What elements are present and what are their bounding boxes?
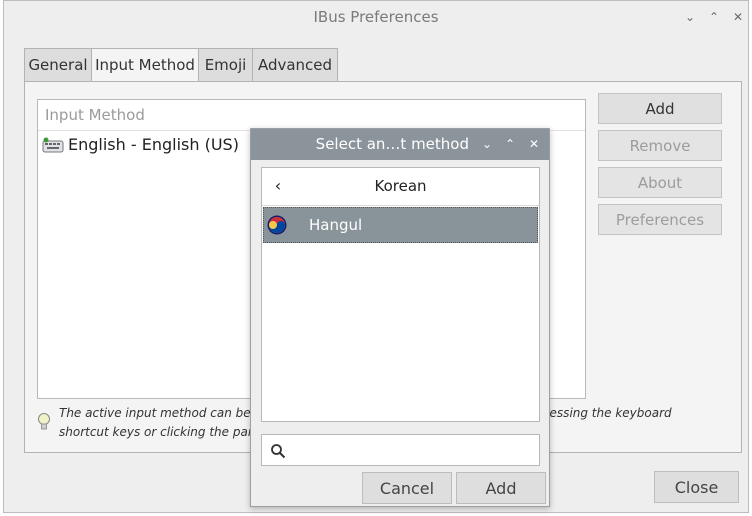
preferences-button[interactable]: Preferences <box>598 204 722 235</box>
dialog-minimize-icon[interactable]: ⌄ <box>477 134 497 154</box>
about-button[interactable]: About <box>598 167 722 198</box>
close-icon[interactable]: ✕ <box>728 7 748 27</box>
select-input-method-dialog: Select an…t method ⌄ ⌃ ✕ Korean ‹ Hangul… <box>250 128 550 507</box>
tab-general[interactable]: General <box>24 48 92 81</box>
add-button[interactable]: Add <box>598 93 722 124</box>
dialog-maximize-icon[interactable]: ⌃ <box>500 134 520 154</box>
list-item-selected[interactable]: Hangul <box>263 207 538 243</box>
language-header: Korean ‹ <box>262 168 539 206</box>
window-titlebar[interactable]: IBus Preferences <box>4 1 748 33</box>
tab-advanced[interactable]: Advanced <box>252 48 338 81</box>
cancel-button[interactable]: Cancel <box>362 472 452 504</box>
list-item-label: English - English (US) <box>68 135 239 154</box>
dialog-close-icon[interactable]: ✕ <box>524 134 544 154</box>
hint-line2: shortcut keys or clicking the panel ic <box>59 425 280 439</box>
list-column-header[interactable]: Input Method <box>38 100 585 131</box>
taegeuk-icon <box>267 215 287 235</box>
close-button[interactable]: Close <box>654 471 739 503</box>
remove-button[interactable]: Remove <box>598 130 722 161</box>
search-field[interactable] <box>261 434 540 466</box>
keyboard-icon <box>42 137 64 153</box>
dialog-title: Select an…t method <box>315 135 469 153</box>
minimize-icon[interactable]: ⌄ <box>680 7 700 27</box>
maximize-icon[interactable]: ⌃ <box>704 7 724 27</box>
lightbulb-icon <box>38 413 50 430</box>
input-method-choices[interactable]: Korean ‹ Hangul <box>261 167 540 422</box>
dialog-add-button[interactable]: Add <box>456 472 546 504</box>
list-item-label: Hangul <box>309 216 363 234</box>
search-icon <box>271 444 286 459</box>
window-title: IBus Preferences <box>313 8 439 26</box>
hint-line1-start: The active input method can be swi <box>59 406 274 420</box>
back-chevron-icon[interactable]: ‹ <box>268 176 288 196</box>
tab-emoji[interactable]: Emoji <box>198 48 253 81</box>
tab-input-method[interactable]: Input Method <box>91 48 199 82</box>
hint-line1-end: pressing the keyboard <box>537 406 672 420</box>
language-label: Korean <box>374 177 427 195</box>
